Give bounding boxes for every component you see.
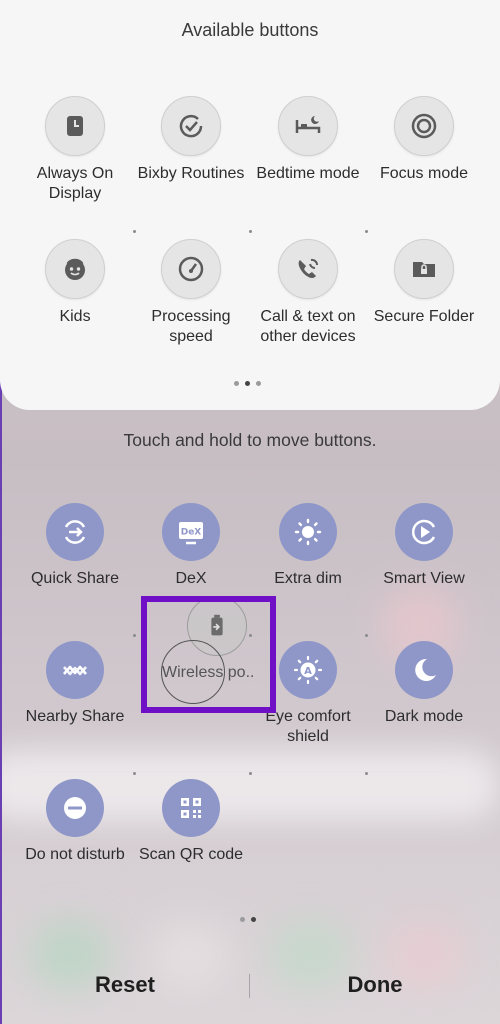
tile-focus-mode[interactable]: Focus mode bbox=[366, 96, 482, 184]
dex-icon: DeX bbox=[162, 503, 220, 561]
tile-label: Call & text on other devices bbox=[260, 308, 356, 345]
tile-always-on-display[interactable]: Always On Display bbox=[17, 96, 133, 204]
tile-bedtime-mode[interactable]: Bedtime mode bbox=[250, 96, 366, 184]
separator-dot bbox=[249, 230, 252, 233]
svg-text:A: A bbox=[304, 666, 312, 677]
separator-dot bbox=[365, 634, 368, 637]
do-not-disturb-icon bbox=[46, 779, 104, 837]
tile-label: Processing speed bbox=[151, 308, 231, 345]
tile-label: Dark mode bbox=[384, 708, 464, 725]
tile-call-text-other-devices[interactable]: Call & text on other devices bbox=[250, 239, 366, 347]
page-dot bbox=[256, 381, 261, 386]
tile-quick-share[interactable]: Quick Share bbox=[17, 503, 133, 589]
phone-sync-icon bbox=[278, 239, 338, 299]
available-buttons-panel: Available buttons Always On Display Bixb… bbox=[0, 0, 500, 410]
tile-label: Scan QR code bbox=[138, 846, 244, 863]
nearby-share-icon bbox=[46, 641, 104, 699]
highlight-box bbox=[141, 596, 276, 713]
tile-label: Eye comfort shield bbox=[265, 708, 351, 745]
page-dot-active bbox=[251, 917, 256, 922]
tile-label: Kids bbox=[59, 308, 91, 325]
tile-label: Bedtime mode bbox=[256, 165, 360, 182]
lock-folder-icon bbox=[394, 239, 454, 299]
tile-label: Quick Share bbox=[30, 570, 120, 587]
kids-face-icon bbox=[45, 239, 105, 299]
separator-dot bbox=[133, 772, 136, 775]
tile-extra-dim[interactable]: Extra dim bbox=[250, 503, 366, 589]
tile-label: Bixby Routines bbox=[137, 165, 245, 182]
done-button[interactable]: Done bbox=[275, 972, 475, 998]
footer-divider bbox=[249, 974, 250, 998]
tile-kids[interactable]: Kids bbox=[17, 239, 133, 327]
tile-secure-folder[interactable]: Secure Folder bbox=[366, 239, 482, 327]
separator-dot bbox=[133, 230, 136, 233]
page-indicator[interactable] bbox=[240, 917, 256, 922]
eye-comfort-icon: A bbox=[279, 641, 337, 699]
target-icon bbox=[394, 96, 454, 156]
tile-bixby-routines[interactable]: Bixby Routines bbox=[133, 96, 249, 184]
tile-label: Nearby Share bbox=[25, 708, 125, 725]
tile-nearby-share[interactable]: Nearby Share bbox=[17, 641, 133, 727]
bed-icon bbox=[278, 96, 338, 156]
speedometer-icon bbox=[161, 239, 221, 299]
tile-label: Do not disturb bbox=[25, 846, 125, 863]
tile-dark-mode[interactable]: Dark mode bbox=[366, 641, 482, 727]
page-dot bbox=[240, 917, 245, 922]
tile-label: Secure Folder bbox=[373, 308, 475, 325]
tile-dex[interactable]: DeX DeX bbox=[133, 503, 249, 589]
page-indicator[interactable] bbox=[234, 381, 261, 386]
tile-label: DeX bbox=[175, 570, 207, 587]
separator-dot bbox=[365, 230, 368, 233]
quick-share-icon bbox=[46, 503, 104, 561]
reset-button[interactable]: Reset bbox=[25, 972, 225, 998]
separator-dot bbox=[249, 772, 252, 775]
tile-do-not-disturb[interactable]: Do not disturb bbox=[17, 779, 133, 865]
separator-dot bbox=[365, 772, 368, 775]
page-dot bbox=[234, 381, 239, 386]
tile-label: Focus mode bbox=[379, 165, 469, 182]
svg-text:DeX: DeX bbox=[181, 528, 202, 538]
move-hint: Touch and hold to move buttons. bbox=[123, 430, 377, 450]
tile-label: Extra dim bbox=[274, 570, 342, 587]
page-dot-active bbox=[245, 381, 250, 386]
tile-label: Always On Display bbox=[36, 165, 114, 202]
tile-label: Smart View bbox=[383, 570, 465, 587]
smart-view-icon bbox=[395, 503, 453, 561]
panel-title: Available buttons bbox=[181, 20, 319, 40]
separator-dot bbox=[133, 634, 136, 637]
qr-code-icon bbox=[162, 779, 220, 837]
moon-icon bbox=[395, 641, 453, 699]
clock-icon bbox=[45, 96, 105, 156]
tile-smart-view[interactable]: Smart View bbox=[366, 503, 482, 589]
routine-check-icon bbox=[161, 96, 221, 156]
extra-dim-icon bbox=[279, 503, 337, 561]
tile-scan-qr-code[interactable]: Scan QR code bbox=[133, 779, 249, 865]
tile-processing-speed[interactable]: Processing speed bbox=[133, 239, 249, 347]
